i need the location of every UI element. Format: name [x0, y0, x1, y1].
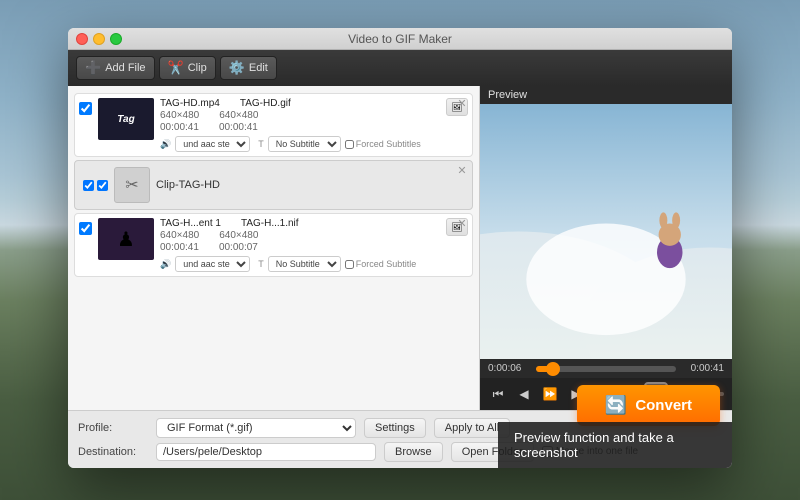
- file-item-1-output-dur: 00:00:41: [219, 122, 258, 133]
- audio-icon: 🔊: [160, 139, 171, 150]
- convert-section: 🔄 Convert: [577, 385, 720, 426]
- file-item-2-thumbnail: ♟: [98, 218, 154, 260]
- time-current: 0:00:06: [488, 363, 530, 374]
- video-scene: [480, 104, 732, 359]
- clip-item-1: ✂ Clip-TAG-HD ✕: [74, 160, 473, 210]
- forced-subtitle-check-2[interactable]: [345, 260, 354, 269]
- clip-checkbox-1b[interactable]: [97, 180, 108, 191]
- traffic-lights: [76, 33, 122, 45]
- subtitle-icon-2: T: [258, 259, 264, 269]
- time-total: 0:00:41: [682, 363, 724, 374]
- profile-select[interactable]: GIF Format (*.gif): [156, 418, 356, 438]
- file-item-1-info: TAG-HD.mp4 TAG-HD.gif 640×480 640×480 00…: [160, 98, 440, 152]
- subtitle-icon: T: [258, 139, 264, 149]
- audio-icon-2: 🔊: [160, 259, 171, 270]
- file-item-2-source-dur: 00:00:41: [160, 242, 199, 253]
- subtitle-select-2[interactable]: No Subtitle: [268, 256, 341, 272]
- audio-select-2[interactable]: und aac ste: [175, 256, 250, 272]
- clip-icon: ✂️: [168, 60, 184, 76]
- clip-button[interactable]: ✂️ Clip: [159, 56, 216, 80]
- forced-subtitle-label-2: Forced Subtitle: [345, 259, 417, 269]
- minimize-button[interactable]: [93, 33, 105, 45]
- destination-label: Destination:: [78, 446, 148, 458]
- window-title: Video to GIF Maker: [348, 32, 452, 46]
- file-item-2-info: TAG-H...ent 1 TAG-H...1.nif 640×480 640×…: [160, 218, 440, 272]
- preview-panel: Preview: [480, 86, 732, 410]
- tooltip-bar: Preview function and take a screenshot: [498, 422, 732, 468]
- fast-forward-button[interactable]: ⏩: [540, 384, 560, 404]
- file-list-panel[interactable]: Tag TAG-HD.mp4 TAG-HD.gif 640×480 640×48…: [68, 86, 480, 410]
- skip-start-button[interactable]: ⏮: [488, 384, 508, 404]
- settings-button[interactable]: Settings: [364, 418, 426, 438]
- clip-item-1-close[interactable]: ✕: [455, 164, 469, 178]
- preview-video: [480, 104, 732, 359]
- close-button[interactable]: [76, 33, 88, 45]
- file-item-1: Tag TAG-HD.mp4 TAG-HD.gif 640×480 640×48…: [74, 93, 473, 157]
- subtitle-select-1[interactable]: No Subtitle: [268, 136, 341, 152]
- profile-label: Profile:: [78, 422, 148, 434]
- timeline-bar[interactable]: [536, 366, 676, 372]
- timeline-thumb: [546, 362, 560, 376]
- file-item-2-output-res: 640×480: [219, 230, 258, 241]
- file-item-2: ♟ TAG-H...ent 1 TAG-H...1.nif 640×480 64…: [74, 213, 473, 277]
- browse-button[interactable]: Browse: [384, 442, 443, 462]
- file-item-1-output-res: 640×480: [219, 110, 258, 121]
- convert-button[interactable]: 🔄 Convert: [577, 385, 720, 426]
- file-item-1-source-dur: 00:00:41: [160, 122, 199, 133]
- file-item-2-output-dur: 00:00:07: [219, 242, 258, 253]
- edit-icon: ⚙️: [229, 60, 245, 76]
- forced-subtitle-check-1[interactable]: [345, 140, 354, 149]
- file-item-2-source-name: TAG-H...ent 1: [160, 218, 221, 229]
- tooltip-text: Preview function and take a screenshot: [514, 430, 674, 460]
- file-item-1-output-name: TAG-HD.gif: [240, 98, 291, 109]
- forced-subtitle-label-1: Forced Subtitles: [345, 139, 421, 149]
- file-item-1-source-name: TAG-HD.mp4: [160, 98, 220, 109]
- prev-frame-button[interactable]: ◀: [514, 384, 534, 404]
- preview-label: Preview: [480, 86, 732, 104]
- destination-input[interactable]: [156, 443, 376, 461]
- file-item-2-close[interactable]: ✕: [455, 217, 469, 231]
- timeline: 0:00:06 0:00:41: [480, 359, 732, 378]
- add-file-icon: ➕: [85, 60, 101, 76]
- maximize-button[interactable]: [110, 33, 122, 45]
- add-file-button[interactable]: ➕ Add File: [76, 56, 155, 80]
- clip-checkbox-1a[interactable]: [83, 180, 94, 191]
- edit-button[interactable]: ⚙️ Edit: [220, 56, 277, 80]
- file-item-2-checkbox[interactable]: [79, 222, 92, 235]
- titlebar: Video to GIF Maker: [68, 28, 732, 50]
- toolbar: ➕ Add File ✂️ Clip ⚙️ Edit: [68, 50, 732, 86]
- convert-icon: 🔄: [605, 395, 627, 416]
- file-item-1-source-res: 640×480: [160, 110, 199, 121]
- audio-select-1[interactable]: und aac ste: [175, 136, 250, 152]
- file-item-1-checkbox[interactable]: [79, 102, 92, 115]
- app-window: Video to GIF Maker ➕ Add File ✂️ Clip ⚙️…: [68, 28, 732, 468]
- video-scene-svg: [480, 104, 732, 359]
- file-item-2-output-name: TAG-H...1.nif: [241, 218, 299, 229]
- file-item-2-source-res: 640×480: [160, 230, 199, 241]
- main-content: Tag TAG-HD.mp4 TAG-HD.gif 640×480 640×48…: [68, 86, 732, 410]
- file-item-1-thumbnail: Tag: [98, 98, 154, 140]
- file-item-1-close[interactable]: ✕: [455, 97, 469, 111]
- clip-scissors-icon: ✂: [114, 167, 150, 203]
- clip-item-1-name: Clip-TAG-HD: [156, 179, 220, 191]
